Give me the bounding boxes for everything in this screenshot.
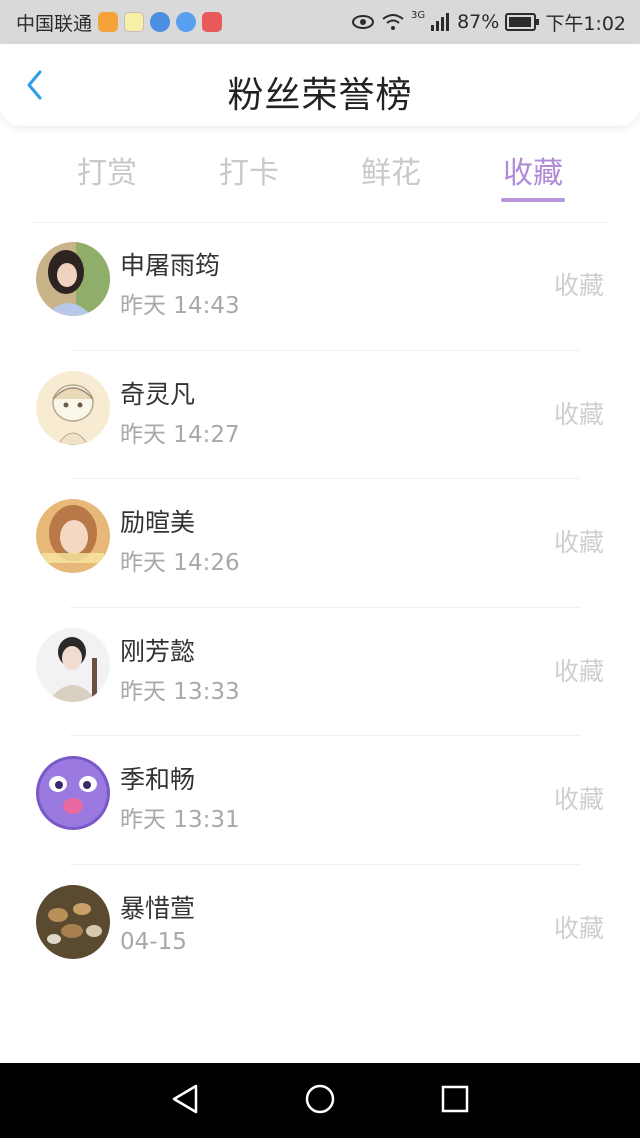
tab-label: 打卡 (219, 156, 279, 191)
home-circle-icon (304, 1083, 336, 1119)
avatar (36, 756, 110, 830)
fan-time: 昨天 14:26 (120, 550, 240, 576)
tab-flowers[interactable]: 鲜花 (320, 140, 462, 206)
tab-bar: 打赏 打卡 鲜花 收藏 (36, 140, 604, 206)
back-triangle-icon (170, 1083, 200, 1119)
fan-time: 昨天 14:43 (120, 293, 240, 319)
store-app-icon (202, 12, 223, 32)
favorite-label: 收藏 (553, 913, 604, 943)
carrier-label: 中国联通 (16, 12, 93, 35)
network-type-label: 3G (410, 9, 426, 21)
fan-name: 励暄美 (120, 508, 196, 537)
list-item[interactable]: 申屠雨筠 昨天 14:43 收藏 (0, 222, 640, 351)
tab-label: 打赏 (77, 156, 137, 191)
tab-label: 收藏 (503, 156, 563, 191)
favorite-label: 收藏 (553, 399, 604, 429)
wifi-icon (381, 13, 405, 31)
fan-time: 昨天 14:27 (120, 421, 240, 448)
status-bar: 中国联通 3G 87% 下午1:02 (0, 0, 640, 44)
eye-icon (351, 14, 375, 30)
browser-app-icon (150, 12, 171, 32)
tab-checkin[interactable]: 打卡 (178, 140, 320, 206)
emoji-app-icon (124, 12, 145, 32)
nav-recents-button[interactable] (435, 1081, 475, 1121)
fan-list: 申屠雨筠 昨天 14:43 收藏 奇灵凡 昨天 14:27 收藏 励暄美 昨天 … (0, 222, 640, 993)
list-item[interactable]: 奇灵凡 昨天 14:27 收藏 (0, 351, 640, 479)
fan-time: 04-15 (120, 928, 187, 955)
video-app-icon (98, 12, 119, 32)
list-item[interactable]: 刚芳懿 昨天 13:33 收藏 (0, 608, 640, 736)
tab-reward[interactable]: 打赏 (36, 140, 178, 206)
active-tab-indicator (501, 198, 565, 202)
favorite-label: 收藏 (553, 271, 604, 300)
header: 粉丝荣誉榜 (0, 44, 640, 126)
fan-time: 昨天 13:33 (120, 678, 240, 705)
avatar (36, 499, 110, 573)
avatar (36, 370, 110, 445)
fan-name: 奇灵凡 (120, 379, 196, 409)
signal-icon (431, 13, 451, 31)
list-item[interactable]: 季和畅 昨天 13:31 收藏 (0, 736, 640, 865)
status-bar-right: 3G 87% 下午1:02 (351, 9, 626, 36)
favorite-label: 收藏 (553, 656, 604, 686)
list-item[interactable]: 暴惜萱 04-15 收藏 (0, 865, 640, 994)
fan-time: 昨天 13:31 (120, 807, 240, 833)
system-nav-bar (0, 1063, 640, 1138)
fan-name: 暴惜萱 (120, 893, 196, 923)
favorite-label: 收藏 (553, 528, 604, 557)
avatar (36, 242, 110, 316)
fan-name: 刚芳懿 (120, 636, 196, 666)
list-item[interactable]: 励暄美 昨天 14:26 收藏 (0, 479, 640, 608)
tab-favorites[interactable]: 收藏 (462, 140, 604, 206)
clock: 下午1:02 (545, 12, 626, 35)
favorite-label: 收藏 (553, 785, 604, 814)
fan-name: 申屠雨筠 (120, 251, 221, 280)
avatar (36, 627, 110, 702)
screen: 中国联通 3G 87% 下午1:02 粉丝荣誉榜 打赏 打卡 鲜花 收藏 申屠雨… (0, 0, 640, 1138)
nav-back-button[interactable] (165, 1081, 205, 1121)
status-bar-left: 中国联通 (16, 9, 223, 36)
recents-square-icon (440, 1084, 470, 1118)
nav-home-button[interactable] (300, 1081, 340, 1121)
tab-label: 鲜花 (361, 156, 421, 191)
fan-name: 季和畅 (120, 765, 196, 794)
page-title: 粉丝荣誉榜 (227, 75, 413, 116)
battery-percent: 87% (457, 11, 500, 33)
avatar (36, 884, 110, 959)
music-app-icon (176, 12, 197, 32)
battery-icon (505, 13, 540, 31)
